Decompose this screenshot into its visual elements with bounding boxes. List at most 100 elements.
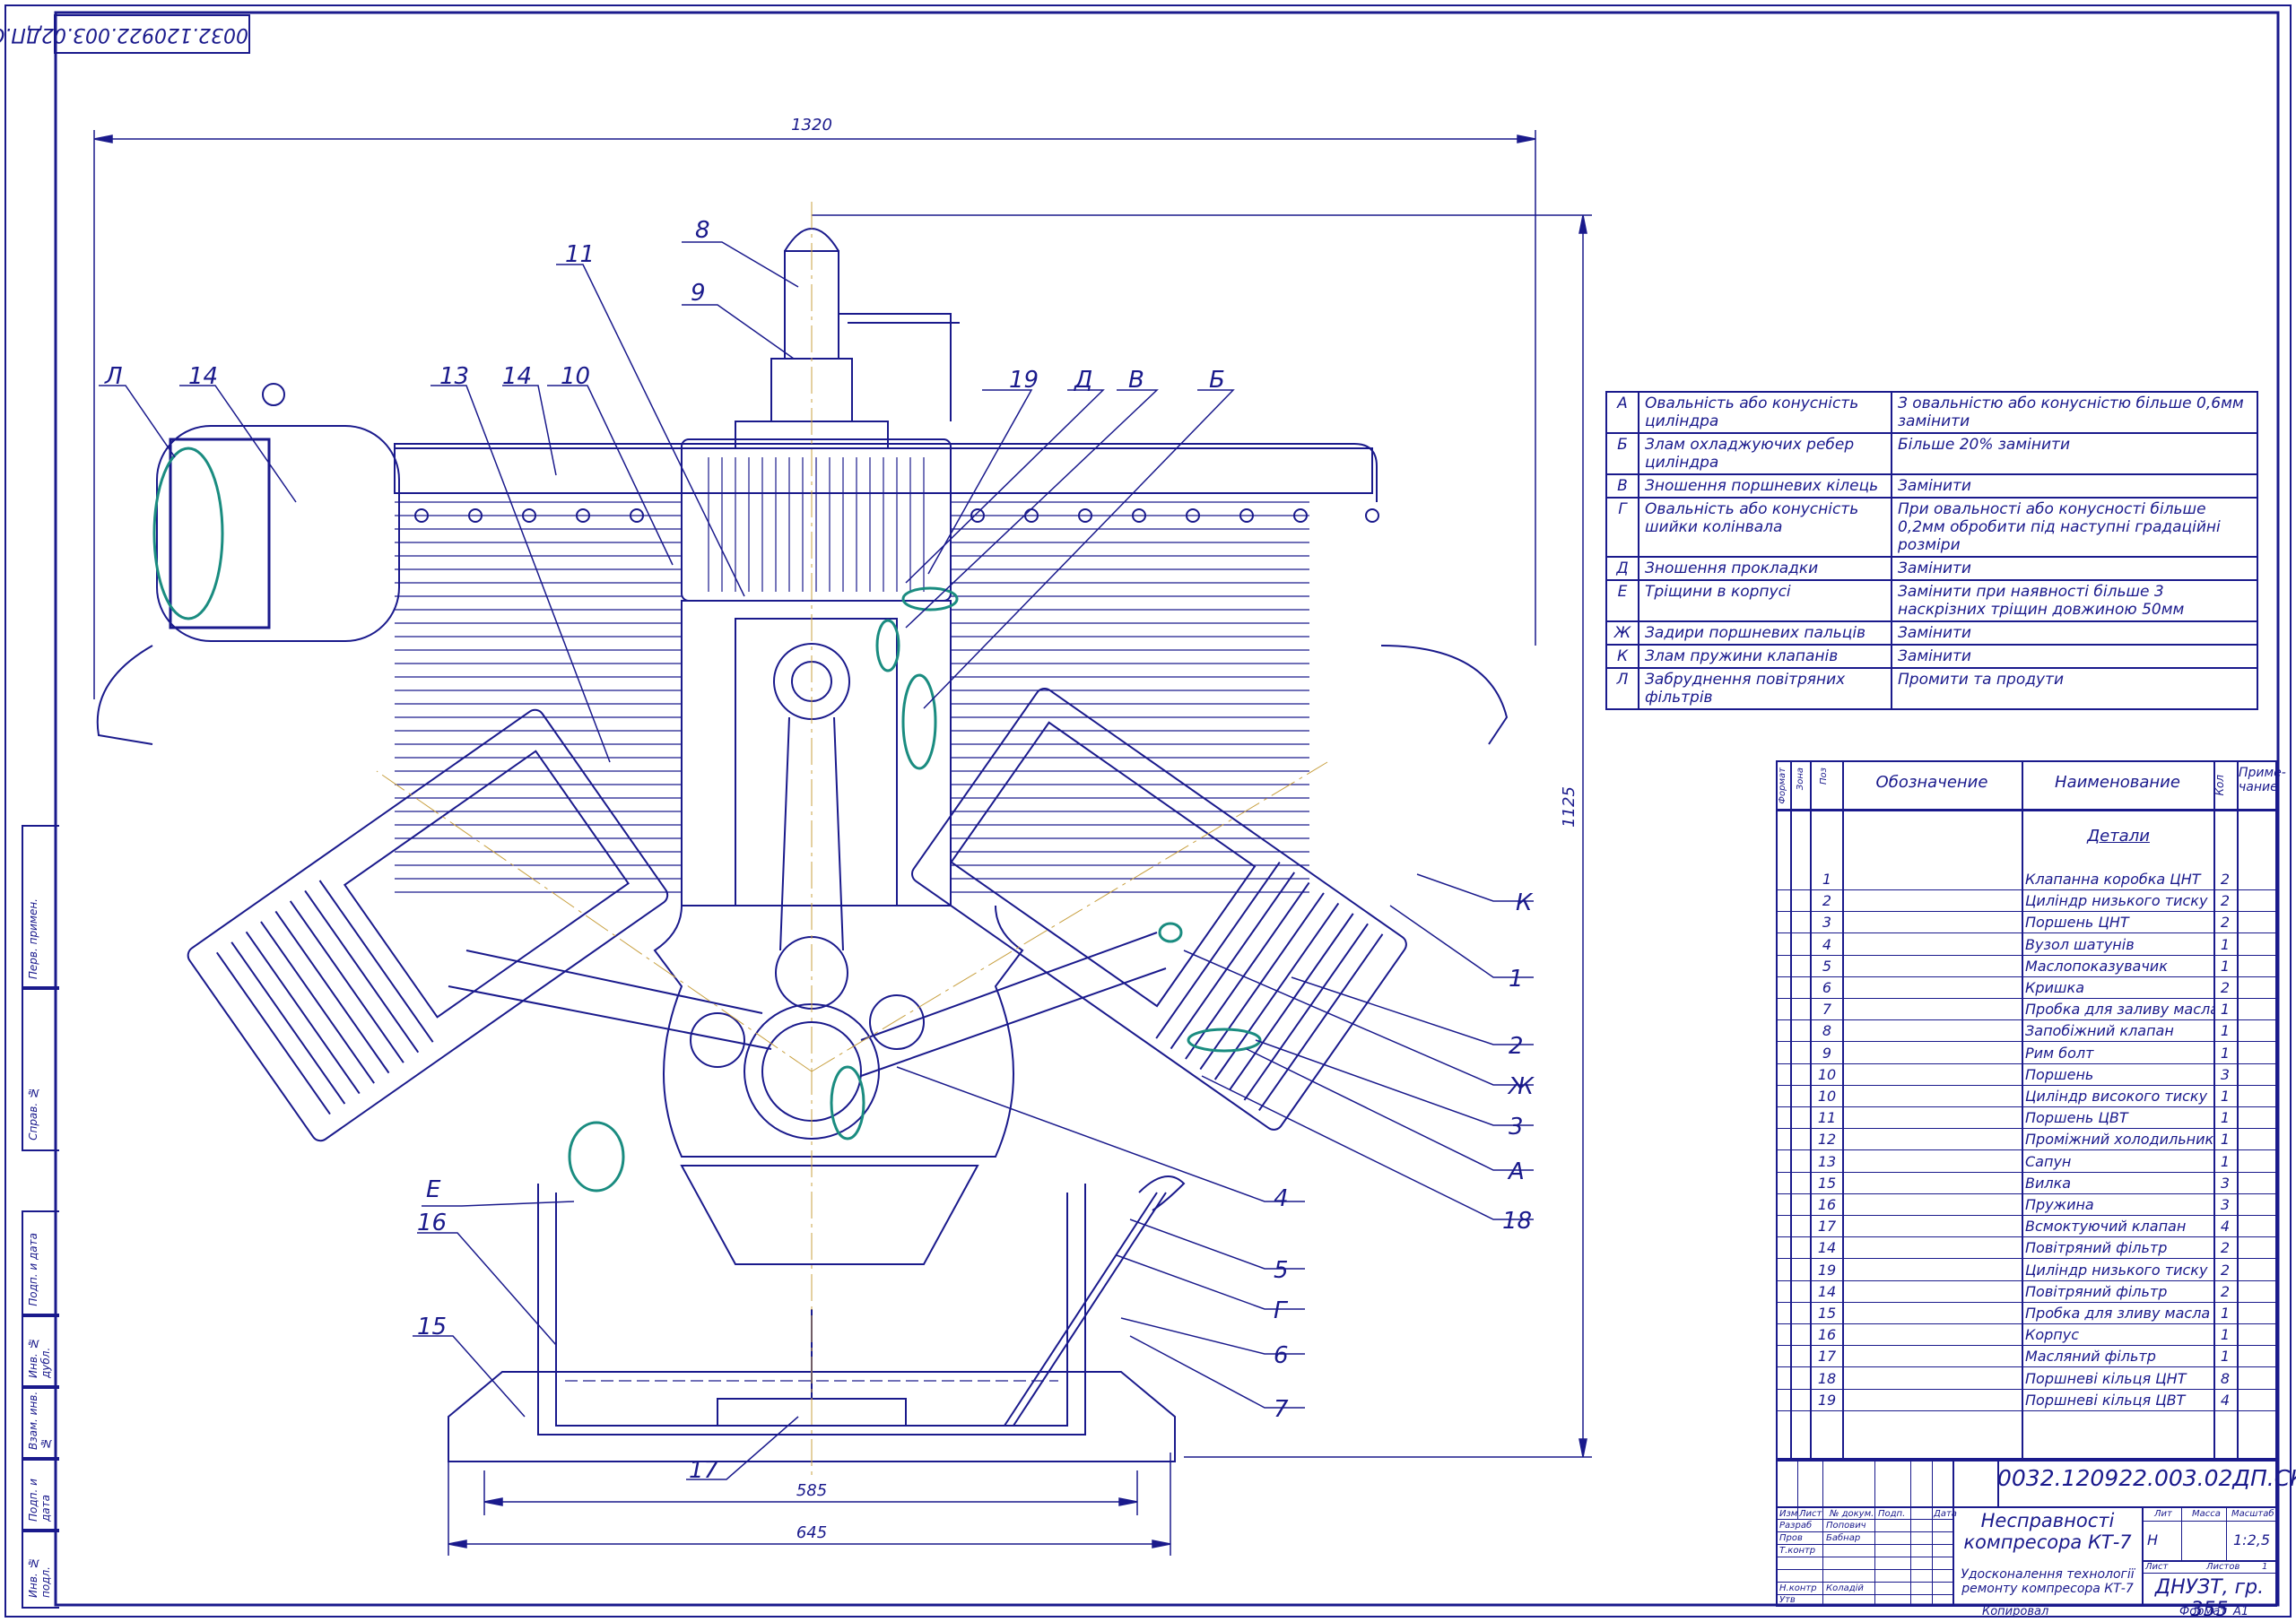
spec-pos: 18	[1817, 1369, 1837, 1387]
document-code-stamp: 0032.120922.003.02ДП.СК	[0, 14, 250, 54]
spec-pos: 13	[1817, 1152, 1837, 1170]
spec-name: Проміжний холодильник	[2025, 1131, 2213, 1149]
format-label: Формат	[2179, 1605, 2227, 1618]
spec-name: Маслопоказувачик	[2025, 957, 2168, 975]
spec-head-designation: Обозначение	[1875, 773, 1988, 792]
spec-row: 9 Рим болт 1	[1778, 1042, 2275, 1064]
callout-b: Б	[1209, 367, 1225, 394]
spec-name: Поршневі кільця ЦНТ	[2025, 1369, 2187, 1387]
spec-head-name: Наименование	[2055, 773, 2180, 792]
spec-name: Пробка для зливу масла	[2025, 1305, 2211, 1322]
callout-2: 2	[1509, 1033, 1524, 1060]
spec-qty: 1	[2220, 1088, 2231, 1105]
defect-row: Д Зношення прокладки Замінити	[1605, 556, 2258, 581]
spec-name: Поршень	[2025, 1065, 2094, 1083]
defect-remedy: З овальністю або конусністю більше 0,6мм…	[1891, 391, 2258, 434]
callout-15: 15	[417, 1314, 447, 1340]
spec-name: Пробка для заливу масла	[2025, 1001, 2213, 1019]
callout-a: А	[1507, 1158, 1525, 1185]
callout-4: 4	[1274, 1185, 1289, 1212]
defect-row: Е Тріщини в корпусі Замінити при наявності…	[1605, 579, 2258, 622]
spec-pos: 16	[1817, 1326, 1837, 1344]
spec-qty: 1	[2220, 957, 2231, 975]
spec-row: 16 Корпус 1	[1778, 1323, 2275, 1347]
callout-v: В	[1128, 367, 1144, 394]
defect-key: Б	[1605, 432, 1639, 475]
defect-remedy: Замінити	[1891, 644, 2258, 669]
callout-3: 3	[1509, 1114, 1524, 1141]
spec-qty: 1	[2220, 1001, 2231, 1019]
spec-pos: 10	[1817, 1088, 1837, 1105]
spec-row: 7 Пробка для заливу масла 1	[1778, 998, 2275, 1021]
spec-row: 14 Повітряний фільтр 2	[1778, 1236, 2275, 1260]
spec-pos: 4	[1822, 935, 1832, 953]
title-block-scale: 1:2,5	[2233, 1531, 2271, 1548]
dimension-base-outer-label: 645	[796, 1523, 827, 1542]
defect-remedy: Промити та продути	[1891, 667, 2258, 710]
defect-defect: Забруднення повітряних фільтрів	[1638, 667, 1892, 710]
spec-name: Клапанна коробка ЦНТ	[2025, 871, 2201, 888]
spec-qty: 3	[2220, 1196, 2231, 1213]
callout-16: 16	[417, 1210, 447, 1236]
defect-remedy: Замінити	[1891, 556, 2258, 581]
defect-row: А Овальність або конусність циліндра З ова…	[1605, 391, 2258, 434]
spec-pos: 17	[1817, 1218, 1837, 1236]
spec-pos: 11	[1817, 1109, 1837, 1127]
callout-14a: 14	[188, 363, 218, 390]
defect-defect: Злам охладжуючих ребер циліндра	[1638, 432, 1892, 475]
defect-marker-v	[875, 619, 900, 672]
defect-key: К	[1605, 644, 1639, 669]
spec-row: 1 Клапанна коробка ЦНТ 2	[1778, 868, 2275, 890]
spec-qty: 1	[2220, 1022, 2231, 1040]
spec-qty: 2	[2220, 892, 2231, 910]
callout-9: 9	[691, 280, 706, 307]
callout-e: Е	[426, 1176, 441, 1203]
spec-pos: 10	[1817, 1065, 1837, 1083]
defect-key: Г	[1605, 497, 1639, 558]
spec-pos: 19	[1817, 1261, 1837, 1279]
spec-name: Повітряний фільтр	[2025, 1239, 2168, 1257]
spec-pos: 6	[1822, 979, 1832, 996]
callout-10: 10	[561, 363, 590, 390]
defect-key: В	[1605, 473, 1639, 499]
spec-name: Пружина	[2025, 1196, 2094, 1213]
defect-marker-b	[901, 673, 937, 770]
spec-row: 10 Поршень 3	[1778, 1063, 2275, 1086]
side-field-sprav: Справ. №	[22, 986, 59, 1151]
spec-qty: 3	[2220, 1174, 2231, 1192]
defect-row: В Зношення поршневих кілець Замінити	[1605, 473, 2258, 499]
callout-13: 13	[439, 363, 469, 390]
callout-8: 8	[695, 217, 710, 244]
spec-qty: 1	[2220, 1044, 2231, 1062]
spec-row: 3 Поршень ЦНТ 2	[1778, 911, 2275, 934]
dimension-height-label: 1125	[1560, 786, 1578, 828]
spec-name: Циліндр високого тиску	[2025, 1088, 2208, 1105]
spec-name: Корпус	[2025, 1326, 2080, 1344]
spec-pos: 3	[1822, 914, 1832, 932]
spec-name: Вузол шатунів	[2025, 935, 2135, 953]
callout-1: 1	[1509, 966, 1524, 993]
spec-qty: 2	[2220, 871, 2231, 888]
spec-pos: 9	[1822, 1044, 1832, 1062]
callout-zh: Ж	[1507, 1073, 1535, 1100]
spec-pos: 8	[1822, 1022, 1832, 1040]
spec-head-zone: Зона	[1796, 768, 1805, 791]
spec-pos: 14	[1817, 1282, 1837, 1300]
specification-table: Формат Зона Поз Обозначение Наименование…	[1776, 760, 2286, 1462]
spec-pos: 14	[1817, 1239, 1837, 1257]
defect-marker-zh	[1158, 922, 1183, 943]
callout-d: Д	[1074, 367, 1092, 394]
defects-table: А Овальність або конусність циліндра З ова…	[1605, 391, 2258, 710]
callout-11: 11	[565, 241, 595, 268]
callout-k: К	[1516, 889, 1534, 916]
spec-head-qty: Кол	[2213, 775, 2226, 796]
title-block: Изм Лист № докум. Подп. Дата Разраб Попо…	[1776, 1458, 2296, 1621]
spec-pos: 7	[1822, 1001, 1832, 1019]
callout-6: 6	[1274, 1342, 1289, 1369]
callout-5: 5	[1274, 1257, 1289, 1284]
spec-name: Поршень ЦВТ	[2025, 1109, 2128, 1127]
defect-remedy: Замінити	[1891, 473, 2258, 499]
spec-name: Циліндр низького тиску	[2025, 1261, 2208, 1279]
defect-remedy: Замінити при наявності більше 3 наскрізн…	[1891, 579, 2258, 622]
side-field-perv-primen: Перв. примен.	[22, 825, 59, 990]
